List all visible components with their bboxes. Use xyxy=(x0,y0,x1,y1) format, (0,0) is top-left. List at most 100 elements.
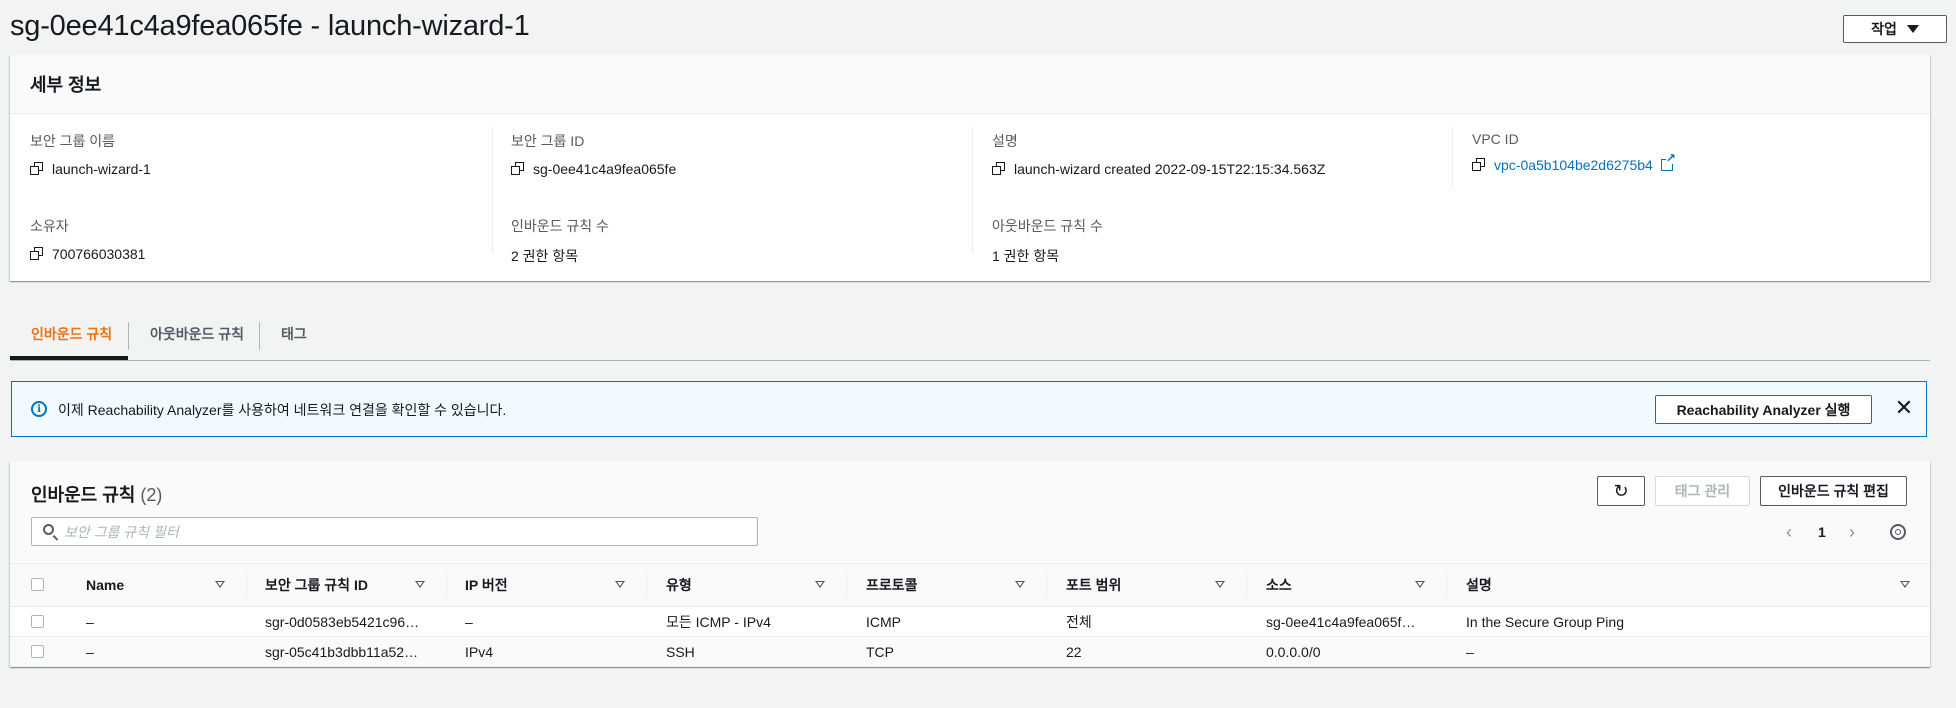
column-header-port-range[interactable]: 포트 범위 xyxy=(1066,564,1121,606)
column-separator[interactable] xyxy=(246,573,247,597)
cell-ip-version: IPv4 xyxy=(465,643,494,660)
cell-port-range: 22 xyxy=(1066,643,1082,660)
sort-icon[interactable] xyxy=(1415,581,1425,588)
copy-icon[interactable] xyxy=(1472,158,1486,172)
field-label: 보안 그룹 이름 xyxy=(30,133,116,149)
tab-outbound-rules[interactable]: 아웃바운드 규칙 xyxy=(150,308,244,360)
copy-icon[interactable] xyxy=(511,162,525,176)
sort-icon[interactable] xyxy=(1900,581,1910,588)
field-inbound-rule-count: 인바운드 규칙 수 2 권한 항목 xyxy=(511,216,609,266)
rules-title: 인바운드 규칙 (2) xyxy=(31,481,162,507)
details-header: 세부 정보 xyxy=(10,55,1930,114)
row-checkbox[interactable] xyxy=(31,615,44,628)
field-value: 700766030381 xyxy=(52,246,146,262)
field-label: 인바운드 규칙 수 xyxy=(511,218,609,234)
field-value: 1 권한 항목 xyxy=(992,248,1060,264)
table-row[interactable]: – sgr-0d0583eb5421c96… – 모든 ICMP - IPv4 … xyxy=(10,607,1930,637)
field-vpc-id: VPC ID vpc-0a5b104be2d6275b4 xyxy=(1472,131,1676,173)
manage-tags-button[interactable]: 태그 관리 xyxy=(1655,476,1750,506)
cell-source: 0.0.0.0/0 xyxy=(1266,643,1321,660)
cell-description: In the Secure Group Ping xyxy=(1466,613,1624,630)
column-divider xyxy=(1452,127,1453,187)
rules-header: 인바운드 규칙 (2) ↻ 태그 관리 인바운드 규칙 편집 ‹ 1 › xyxy=(10,462,1930,562)
refresh-button[interactable]: ↻ xyxy=(1597,476,1645,506)
sort-icon[interactable] xyxy=(1015,581,1025,588)
cell-source: sg-0ee41c4a9fea065f… xyxy=(1266,613,1416,630)
rules-count: (2) xyxy=(140,485,163,505)
field-description: 설명 launch-wizard created 2022-09-15T22:1… xyxy=(992,131,1325,177)
column-header-protocol[interactable]: 프로토콜 xyxy=(866,564,918,606)
cell-name: – xyxy=(86,613,94,630)
sort-icon[interactable] xyxy=(215,581,225,588)
tab-bar: 인바운드 규칙 아웃바운드 규칙 태그 xyxy=(10,308,1930,361)
column-header-rule-id[interactable]: 보안 그룹 규칙 ID xyxy=(265,564,368,606)
cell-type: SSH xyxy=(666,643,695,660)
page-title: sg-0ee41c4a9fea065fe - launch-wizard-1 xyxy=(10,10,530,42)
row-checkbox[interactable] xyxy=(31,645,44,658)
cell-port-range: 전체 xyxy=(1066,613,1092,630)
tab-tags[interactable]: 태그 xyxy=(281,308,307,360)
select-all-checkbox[interactable] xyxy=(31,578,44,591)
field-owner: 소유자 700766030381 xyxy=(30,216,145,262)
field-value: launch-wizard created 2022-09-15T22:15:3… xyxy=(1014,161,1326,177)
column-separator[interactable] xyxy=(1246,573,1247,597)
edit-inbound-rules-button[interactable]: 인바운드 규칙 편집 xyxy=(1760,476,1907,506)
column-separator[interactable] xyxy=(1446,573,1447,597)
actions-label: 작업 xyxy=(1871,21,1897,37)
external-link-icon[interactable] xyxy=(1660,152,1676,171)
column-header-name[interactable]: Name xyxy=(86,564,124,606)
field-label: VPC ID xyxy=(1472,131,1519,147)
sort-icon[interactable] xyxy=(815,581,825,588)
column-header-source[interactable]: 소스 xyxy=(1266,564,1292,606)
sort-icon[interactable] xyxy=(1215,581,1225,588)
details-panel: 세부 정보 보안 그룹 이름 launch-wizard-1 보안 그룹 ID … xyxy=(10,55,1930,281)
search-icon xyxy=(43,524,54,535)
sort-icon[interactable] xyxy=(415,581,425,588)
rules-table: Name 보안 그룹 규칙 ID IP 버전 유형 프로토콜 포트 범위 소스 … xyxy=(10,563,1930,667)
column-header-type[interactable]: 유형 xyxy=(666,564,692,606)
cell-protocol: TCP xyxy=(866,643,894,660)
tab-separator xyxy=(128,322,129,350)
reachability-analyzer-button[interactable]: Reachability Analyzer 실행 xyxy=(1655,395,1872,424)
column-header-description[interactable]: 설명 xyxy=(1466,564,1492,606)
cell-ip-version: – xyxy=(465,613,473,630)
gear-icon[interactable] xyxy=(1890,524,1906,540)
inbound-rules-panel: 인바운드 규칙 (2) ↻ 태그 관리 인바운드 규칙 편집 ‹ 1 › Nam… xyxy=(10,462,1930,667)
info-icon: i xyxy=(31,401,47,417)
search-input[interactable] xyxy=(64,518,744,545)
copy-icon[interactable] xyxy=(30,247,44,261)
alert-text: 이제 Reachability Analyzer를 사용하여 네트워크 연결을 … xyxy=(58,402,507,418)
caret-down-icon xyxy=(1906,25,1919,33)
column-separator[interactable] xyxy=(446,573,447,597)
field-value: launch-wizard-1 xyxy=(52,161,151,177)
field-label: 보안 그룹 ID xyxy=(511,133,585,149)
column-header-ip-version[interactable]: IP 버전 xyxy=(465,564,508,606)
search-box xyxy=(31,517,758,546)
table-row[interactable]: – sgr-05c41b3dbb11a52… IPv4 SSH TCP 22 0… xyxy=(10,637,1930,667)
column-divider xyxy=(492,127,493,253)
column-separator[interactable] xyxy=(1046,573,1047,597)
field-label: 소유자 xyxy=(30,218,69,234)
chevron-left-icon[interactable]: ‹ xyxy=(1786,522,1792,543)
cell-description: – xyxy=(1466,643,1474,660)
field-value: 2 권한 항목 xyxy=(511,248,579,264)
close-icon[interactable]: ✕ xyxy=(1894,397,1914,419)
sort-icon[interactable] xyxy=(615,581,625,588)
column-separator[interactable] xyxy=(846,573,847,597)
cell-rule-id: sgr-05c41b3dbb11a52… xyxy=(265,643,419,660)
tab-separator xyxy=(259,322,260,350)
page-number[interactable]: 1 xyxy=(1818,524,1826,540)
column-separator[interactable] xyxy=(646,573,647,597)
cell-name: – xyxy=(86,643,94,660)
vpc-id-link[interactable]: vpc-0a5b104be2d6275b4 xyxy=(1494,157,1653,173)
copy-icon[interactable] xyxy=(992,162,1006,176)
field-outbound-rule-count: 아웃바운드 규칙 수 1 권한 항목 xyxy=(992,216,1103,266)
actions-dropdown-button[interactable]: 작업 xyxy=(1843,15,1947,43)
info-alert: i 이제 Reachability Analyzer를 사용하여 네트워크 연결… xyxy=(11,381,1927,437)
table-header-row: Name 보안 그룹 규칙 ID IP 버전 유형 프로토콜 포트 범위 소스 … xyxy=(10,563,1930,607)
chevron-right-icon[interactable]: › xyxy=(1849,522,1855,543)
cell-protocol: ICMP xyxy=(866,613,901,630)
tab-inbound-rules[interactable]: 인바운드 규칙 xyxy=(31,308,112,360)
cell-rule-id: sgr-0d0583eb5421c96… xyxy=(265,613,420,630)
copy-icon[interactable] xyxy=(30,162,44,176)
